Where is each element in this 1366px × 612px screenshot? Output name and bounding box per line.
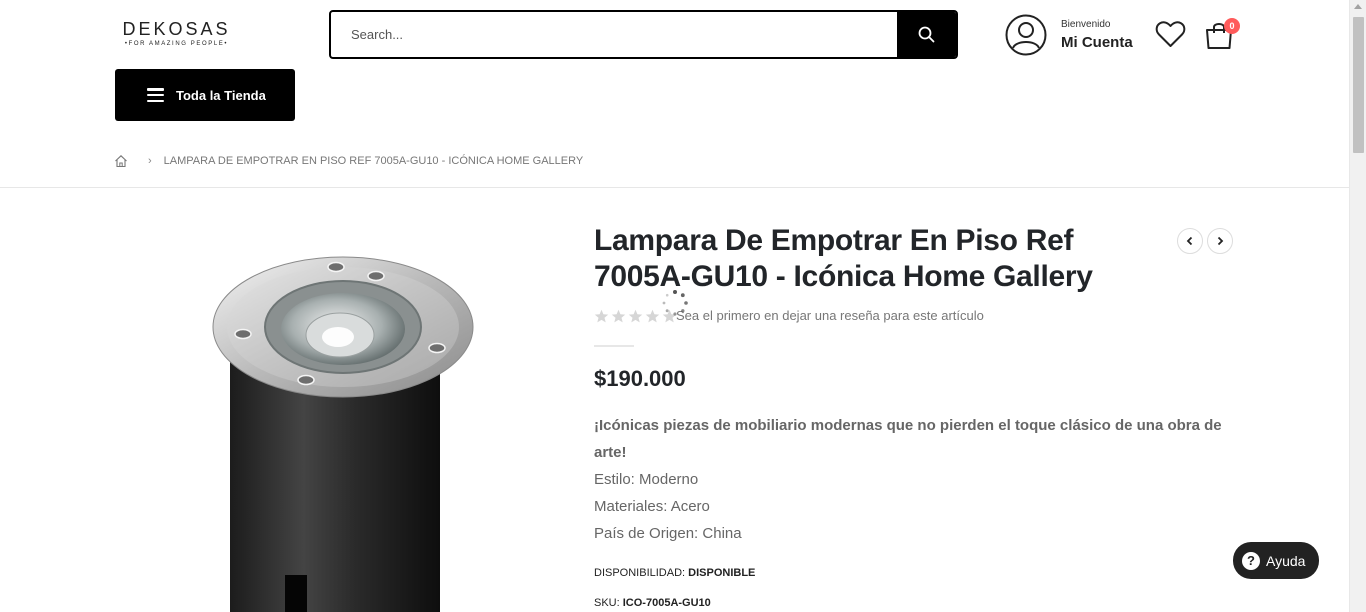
prev-product-button[interactable] (1177, 228, 1203, 254)
loading-spinner-icon (662, 290, 688, 316)
availability: DISPONIBILIDAD: DISPONIBLE (594, 567, 755, 579)
account-welcome: Bienvenido (1061, 18, 1111, 30)
help-button[interactable]: ? Ayuda (1233, 542, 1319, 579)
scrollbar-thumb[interactable] (1353, 17, 1364, 153)
logo[interactable]: DEKOSAS •FOR AMAZING PEOPLE• (119, 20, 234, 48)
next-product-button[interactable] (1207, 228, 1233, 254)
detail-materials: Materiales: Acero (594, 498, 710, 515)
search-icon (918, 26, 935, 43)
heart-icon[interactable] (1155, 20, 1186, 48)
product-price: $190.000 (594, 366, 686, 391)
logo-text: DEKOSAS (122, 19, 231, 39)
product-image[interactable] (190, 245, 500, 612)
search-bar (329, 10, 958, 59)
chevron-right-icon: › (148, 155, 152, 167)
title-separator (594, 345, 634, 347)
breadcrumb: › LAMPARA DE EMPOTRAR EN PISO REF 7005A-… (114, 154, 583, 168)
account-name: Mi Cuenta (1061, 33, 1133, 51)
all-store-label: Toda la Tienda (176, 87, 266, 103)
sku: SKU: ICO-7005A-GU10 (594, 597, 711, 609)
product-page: DEKOSAS •FOR AMAZING PEOPLE• Bienvenido … (0, 0, 1366, 612)
sku-value: ICO-7005A-GU10 (622, 597, 711, 609)
home-icon[interactable] (114, 154, 128, 168)
page-scrollbar[interactable] (1349, 0, 1366, 612)
search-input[interactable] (331, 12, 897, 57)
account-link[interactable]: Bienvenido Mi Cuenta (1005, 14, 1133, 56)
availability-value: DISPONIBLE (688, 567, 756, 579)
product-title: Lampara De Empotrar En Piso Ref 7005A-GU… (594, 224, 1093, 293)
header-divider (0, 187, 1349, 188)
help-label: Ayuda (1266, 552, 1306, 569)
star-icon (628, 309, 643, 323)
star-icon (611, 309, 626, 323)
all-store-menu-button[interactable]: Toda la Tienda (115, 69, 295, 121)
availability-label: DISPONIBILIDAD: (594, 567, 686, 579)
star-icon (594, 309, 609, 323)
hamburger-icon (147, 88, 164, 102)
sku-label: SKU: (594, 597, 620, 609)
logo-tagline: •FOR AMAZING PEOPLE• (124, 41, 229, 47)
description-lead: ¡Icónicas piezas de mobiliario modernas … (594, 417, 1222, 461)
search-button[interactable] (897, 12, 956, 57)
star-icon (645, 309, 660, 323)
product-nav (1177, 228, 1233, 254)
chevron-left-icon (1186, 236, 1193, 246)
write-review-link[interactable]: Sea el primero en dejar una reseña para … (676, 308, 984, 323)
detail-origin: País de Origen: China (594, 525, 742, 542)
chevron-right-icon (1217, 236, 1224, 246)
cart-count-badge: 0 (1224, 18, 1240, 34)
scroll-up-icon[interactable] (1354, 4, 1362, 9)
breadcrumb-current: LAMPARA DE EMPOTRAR EN PISO REF 7005A-GU… (163, 155, 584, 167)
detail-style: Estilo: Moderno (594, 471, 699, 488)
user-circle-icon (1005, 14, 1047, 56)
question-circle-icon: ? (1242, 551, 1260, 570)
product-description: ¡Icónicas piezas de mobiliario modernas … (594, 412, 1234, 547)
